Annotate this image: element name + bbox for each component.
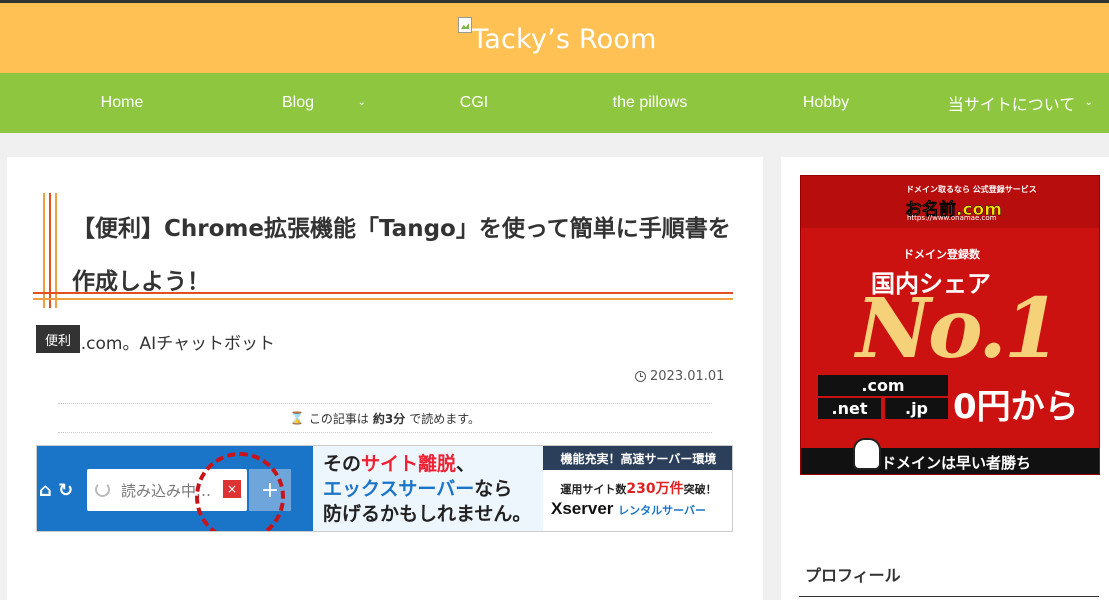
hand-icon bbox=[853, 438, 881, 470]
copy-text: その bbox=[323, 453, 362, 475]
copy-text: 防げるかもしれません。 bbox=[323, 503, 532, 525]
site-logo-link[interactable]: Tacky’s Room bbox=[458, 15, 657, 59]
reading-time-prefix: この記事は bbox=[308, 411, 369, 426]
stat-text: 突破！ bbox=[683, 483, 717, 496]
nav-item-label: Hobby bbox=[802, 94, 850, 111]
copy-text: 、 bbox=[456, 453, 476, 475]
copy-text: なら bbox=[474, 478, 513, 500]
ad-top-small: ドメイン取るなら 公式登録サービス bbox=[906, 185, 1037, 194]
brand-name: Xserver bbox=[551, 499, 614, 518]
site-header: Tacky’s Room bbox=[0, 3, 1109, 73]
sidebar: ドメイン取るなら 公式登録サービス お名前.com https://www.on… bbox=[781, 157, 1109, 600]
global-nav: Home Blog ⌄ CGI the pillows Hobby 当サイトにつ… bbox=[0, 73, 1109, 133]
clock-icon bbox=[635, 371, 646, 382]
nav-item-the-pillows[interactable]: the pillows bbox=[562, 73, 738, 133]
post-date-text: 2023.01.01 bbox=[650, 369, 725, 384]
highlight-circle bbox=[195, 452, 285, 531]
reading-time: ⌛ この記事は 約3分 で読めます。 bbox=[58, 403, 712, 433]
nav-item-label: 当サイトについて bbox=[947, 97, 1076, 114]
title-decor-line bbox=[49, 193, 51, 308]
banner-copy: そのサイト離脱、 エックスサーバーなら 防げるかもしれません。 bbox=[323, 452, 531, 527]
post-excerpt: u.com。AIチャットボット bbox=[70, 334, 275, 354]
category-label[interactable]: 便利 bbox=[36, 325, 80, 353]
nav-item-label: CGI bbox=[459, 94, 489, 111]
nav-item-label: Blog bbox=[281, 94, 315, 111]
nav-item-label: Home bbox=[100, 94, 144, 111]
stat-value: 230万件 bbox=[626, 481, 684, 497]
loading-spinner-icon bbox=[95, 482, 110, 497]
brand-sub: レンタルサーバー bbox=[618, 505, 707, 517]
nav-item-about[interactable]: 当サイトについて ⌄ bbox=[914, 73, 1109, 133]
onamae-ad-banner[interactable]: ドメイン取るなら 公式登録サービス お名前.com https://www.on… bbox=[800, 175, 1100, 475]
ad-bottom: ドメインは早い者勝ち bbox=[801, 448, 1099, 474]
ad-url: https://www.onamae.com bbox=[907, 214, 997, 222]
chevron-down-icon: ⌄ bbox=[1084, 97, 1093, 108]
hourglass-icon: ⌛ bbox=[289, 411, 305, 425]
ad-share-small: ドメイン登録数 bbox=[903, 248, 980, 261]
copy-highlight: サイト離脱 bbox=[361, 453, 457, 475]
nav-item-blog[interactable]: Blog ⌄ bbox=[210, 73, 386, 133]
stat-text: 運用サイト数 bbox=[560, 483, 627, 496]
title-decor-line bbox=[55, 193, 57, 308]
broken-image-icon bbox=[458, 17, 472, 33]
title-decor-line bbox=[43, 193, 45, 308]
post-title: 【便利】Chrome拡張機能「Tango」を使って簡単に手順書を作成しよう！ bbox=[72, 216, 731, 295]
nav-item-label: the pillows bbox=[612, 94, 688, 111]
copy-highlight: エックスサーバー bbox=[323, 478, 475, 500]
xserver-ad-banner[interactable]: ⌂ ↻ 読み込み中… × + そのサイト離脱、 エックスサーバーなら 防げるかも… bbox=[36, 445, 733, 532]
banner-browser-illustration: ⌂ ↻ 読み込み中… × + bbox=[37, 446, 313, 531]
ad-no1: No.1 bbox=[856, 281, 1061, 377]
banner-brand: Xserver レンタルサーバー bbox=[551, 499, 706, 519]
heading-rule bbox=[799, 596, 1099, 597]
banner-stat: 運用サイト数230万件突破！ bbox=[543, 478, 732, 498]
ad-tld-jp: .jp bbox=[885, 398, 948, 419]
banner-head: 機能充実！高速サーバー環境 bbox=[543, 446, 732, 470]
chevron-down-icon: ⌄ bbox=[357, 97, 366, 108]
ad-top: ドメイン取るなら 公式登録サービス お名前.com https://www.on… bbox=[801, 176, 1099, 228]
browser-nav-icons: ⌂ ↻ bbox=[39, 480, 74, 501]
profile-heading: プロフィール bbox=[805, 566, 901, 585]
banner-copy-area: そのサイト離脱、 エックスサーバーなら 防げるかもしれません。 bbox=[313, 446, 543, 531]
reading-time-suffix: で読めます。 bbox=[409, 411, 481, 426]
post-date: 2023.01.01 bbox=[635, 369, 724, 384]
main-content: 【便利】Chrome拡張機能「Tango」を使って簡単に手順書を作成しよう！ u… bbox=[7, 157, 763, 600]
site-name: Tacky’s Room bbox=[472, 24, 657, 55]
ad-tld-com: .com bbox=[818, 375, 948, 396]
ad-tld-net: .net bbox=[818, 398, 881, 419]
banner-brand-area: 機能充実！高速サーバー環境 運用サイト数230万件突破！ Xserver レンタ… bbox=[543, 446, 732, 531]
nav-item-hobby[interactable]: Hobby bbox=[738, 73, 914, 133]
post-title-box: 【便利】Chrome拡張機能「Tango」を使って簡単に手順書を作成しよう！ bbox=[33, 193, 735, 308]
reading-time-value: 約3分 bbox=[372, 411, 406, 426]
ad-price: 0円から bbox=[953, 387, 1079, 427]
nav-item-home[interactable]: Home bbox=[34, 73, 210, 133]
nav-item-cgi[interactable]: CGI bbox=[386, 73, 562, 133]
